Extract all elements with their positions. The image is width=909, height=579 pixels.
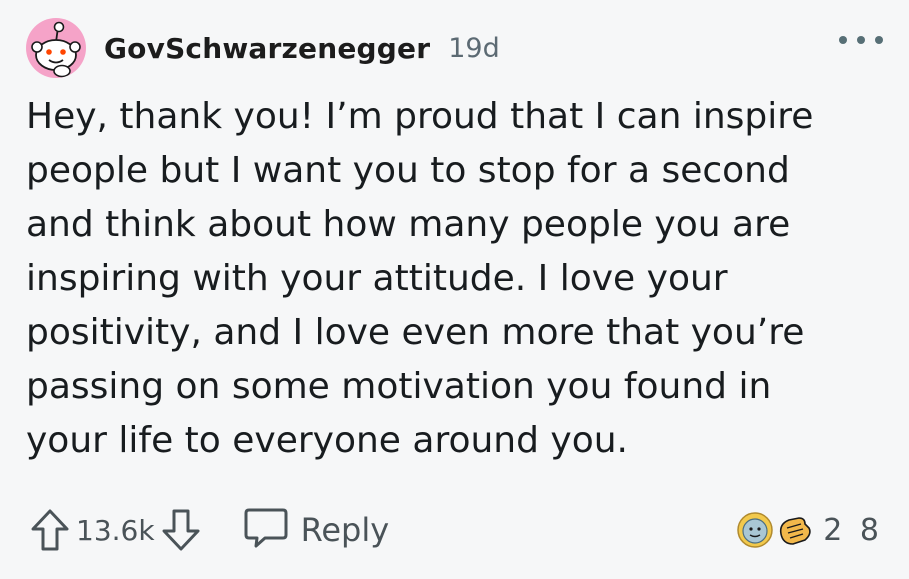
more-options-icon[interactable] xyxy=(839,30,883,50)
comment-header: GovSchwarzenegger 19d xyxy=(26,18,500,78)
snoo-avatar-icon[interactable] xyxy=(26,18,86,78)
speech-bubble-icon xyxy=(243,506,289,554)
comment-actions: 13.6k Reply 2 8 xyxy=(26,502,883,558)
upvote-arrow-icon[interactable] xyxy=(26,502,74,558)
award-count: 2 8 xyxy=(823,512,883,548)
more-dot xyxy=(875,36,883,44)
comment-age: 19d xyxy=(448,32,500,64)
downvote-arrow-icon[interactable] xyxy=(157,502,205,558)
wholesome-seal-award-icon xyxy=(735,510,775,550)
more-dot xyxy=(839,36,847,44)
reply-label: Reply xyxy=(300,511,390,549)
username[interactable]: GovSchwarzenegger xyxy=(104,32,430,65)
awards[interactable]: 2 8 xyxy=(735,502,883,558)
reply-button[interactable]: Reply xyxy=(243,502,390,558)
comment-body: Hey, thank you! I’m proud that I can ins… xyxy=(26,96,814,461)
more-dot xyxy=(857,36,865,44)
comment: GovSchwarzenegger 19d Hey, thank you! I’… xyxy=(0,0,909,579)
bravo-hands-award-icon xyxy=(775,510,815,550)
vote-score: 13.6k xyxy=(76,513,155,547)
